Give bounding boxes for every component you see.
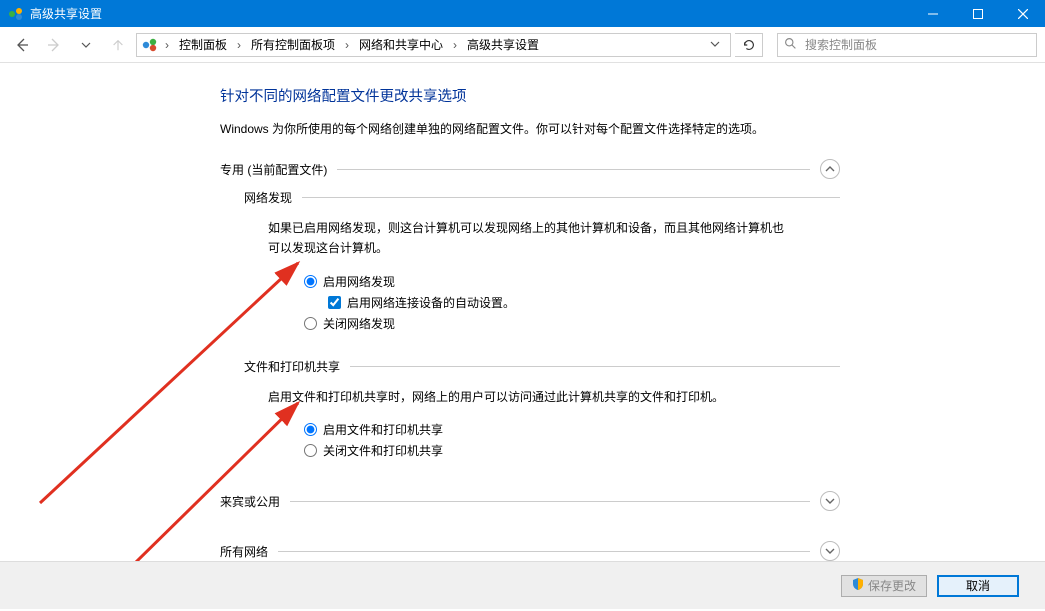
radio-enable-network-discovery[interactable]: 启用网络发现	[304, 273, 840, 290]
checkbox-label: 启用网络连接设备的自动设置。	[347, 294, 515, 311]
checkbox-input[interactable]	[328, 296, 341, 309]
page-title: 针对不同的网络配置文件更改共享选项	[220, 85, 840, 106]
breadcrumb-advanced-sharing[interactable]: 高级共享设置	[463, 36, 543, 53]
nav-history-dropdown[interactable]	[72, 31, 100, 59]
radio-label: 启用文件和打印机共享	[323, 421, 443, 438]
divider	[290, 501, 810, 502]
breadcrumb-all-items[interactable]: 所有控制面板项	[247, 36, 339, 53]
subsection-file-printer-sharing: 文件和打印机共享	[244, 358, 840, 375]
nav-up-button[interactable]	[104, 31, 132, 59]
minimize-button[interactable]	[910, 0, 955, 27]
search-input[interactable]	[803, 37, 1030, 53]
section-guest-label: 来宾或公用	[220, 493, 280, 510]
radio-disable-file-printer-sharing[interactable]: 关闭文件和打印机共享	[304, 442, 840, 459]
radio-enable-file-printer-sharing[interactable]: 启用文件和打印机共享	[304, 421, 840, 438]
radio-input[interactable]	[304, 317, 317, 330]
chevron-right-icon: ›	[451, 38, 459, 52]
radio-label: 关闭文件和打印机共享	[323, 442, 443, 459]
navigation-bar: › 控制面板 › 所有控制面板项 › 网络和共享中心 › 高级共享设置	[0, 27, 1045, 63]
cancel-label: 取消	[966, 577, 990, 594]
app-icon	[8, 6, 24, 22]
search-box[interactable]	[777, 33, 1037, 57]
nav-back-button[interactable]	[8, 31, 36, 59]
chevron-down-icon[interactable]	[820, 541, 840, 561]
file-printer-header: 文件和打印机共享	[244, 358, 340, 375]
section-private[interactable]: 专用 (当前配置文件)	[220, 159, 840, 179]
chevron-up-icon[interactable]	[820, 159, 840, 179]
save-label: 保存更改	[868, 577, 916, 594]
radio-input[interactable]	[304, 423, 317, 436]
network-discovery-desc: 如果已启用网络发现，则这台计算机可以发现网络上的其他计算机和设备，而且其他网络计…	[268, 218, 788, 259]
address-dropdown-icon[interactable]	[704, 38, 726, 52]
chevron-right-icon: ›	[163, 38, 171, 52]
window-titlebar: 高级共享设置	[0, 0, 1045, 27]
checkbox-auto-setup-devices[interactable]: 启用网络连接设备的自动设置。	[328, 294, 840, 311]
nav-forward-button[interactable]	[40, 31, 68, 59]
radio-label: 启用网络发现	[323, 273, 395, 290]
close-button[interactable]	[1000, 0, 1045, 27]
radio-input[interactable]	[304, 444, 317, 457]
section-guest-public[interactable]: 来宾或公用	[220, 491, 840, 511]
chevron-right-icon: ›	[235, 38, 243, 52]
shield-icon	[852, 578, 864, 593]
file-printer-desc: 启用文件和打印机共享时，网络上的用户可以访问通过此计算机共享的文件和打印机。	[268, 387, 788, 407]
content-area: 针对不同的网络配置文件更改共享选项 Windows 为你所使用的每个网络创建单独…	[220, 85, 840, 561]
radio-disable-network-discovery[interactable]: 关闭网络发现	[304, 315, 840, 332]
radio-input[interactable]	[304, 275, 317, 288]
control-panel-icon	[141, 36, 159, 54]
chevron-right-icon: ›	[343, 38, 351, 52]
section-all-label: 所有网络	[220, 543, 268, 560]
window-title: 高级共享设置	[30, 5, 102, 22]
chevron-down-icon[interactable]	[820, 491, 840, 511]
divider	[278, 551, 810, 552]
radio-label: 关闭网络发现	[323, 315, 395, 332]
network-discovery-header: 网络发现	[244, 189, 292, 206]
footer-bar: 保存更改 取消	[0, 561, 1045, 609]
search-icon	[784, 37, 797, 53]
breadcrumb-control-panel[interactable]: 控制面板	[175, 36, 231, 53]
address-bar[interactable]: › 控制面板 › 所有控制面板项 › 网络和共享中心 › 高级共享设置	[136, 33, 731, 57]
maximize-button[interactable]	[955, 0, 1000, 27]
divider	[337, 169, 810, 170]
divider	[302, 197, 840, 198]
save-changes-button[interactable]: 保存更改	[841, 575, 927, 597]
refresh-button[interactable]	[735, 33, 763, 57]
subsection-network-discovery: 网络发现	[244, 189, 840, 206]
section-all-networks[interactable]: 所有网络	[220, 541, 840, 561]
page-subtitle: Windows 为你所使用的每个网络创建单独的网络配置文件。你可以针对每个配置文…	[220, 120, 840, 137]
breadcrumb-network-center[interactable]: 网络和共享中心	[355, 36, 447, 53]
divider	[350, 366, 840, 367]
section-private-label: 专用 (当前配置文件)	[220, 161, 327, 178]
cancel-button[interactable]: 取消	[937, 575, 1019, 597]
